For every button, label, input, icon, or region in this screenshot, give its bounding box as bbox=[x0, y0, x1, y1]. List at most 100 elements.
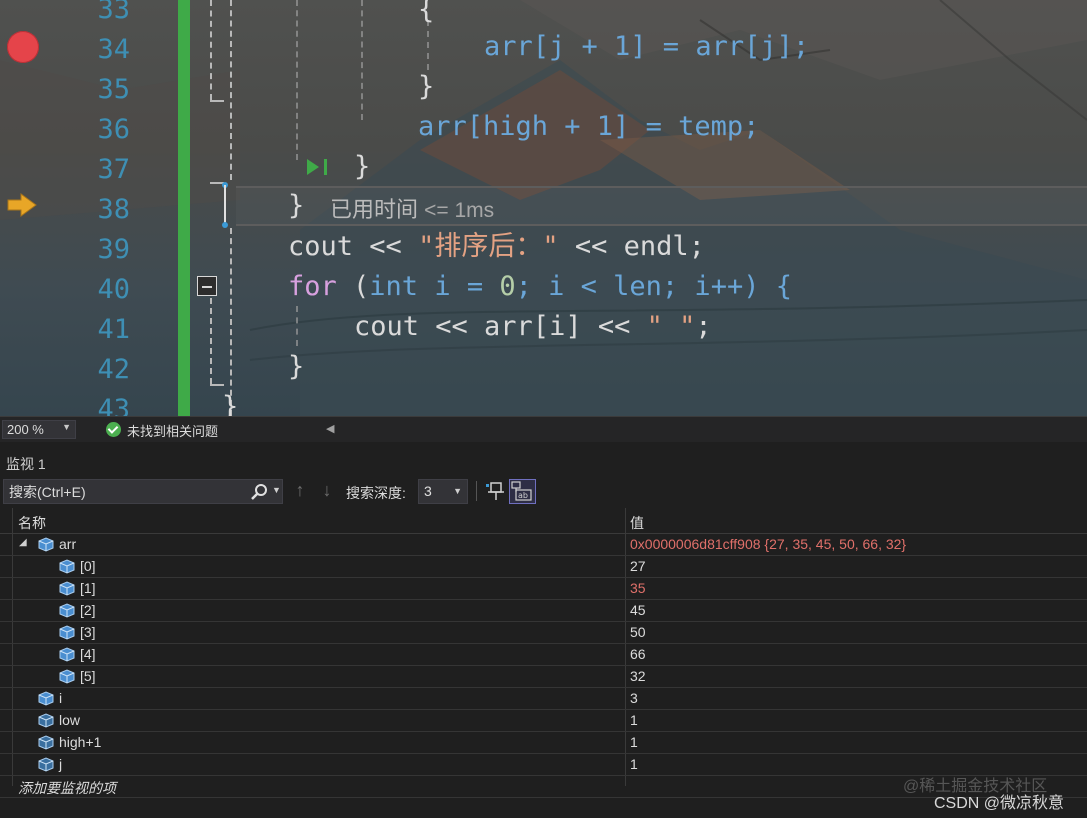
code-line-38[interactable]: } bbox=[288, 186, 304, 226]
perf-tip[interactable]: 已用时间 <= 1ms bbox=[330, 192, 494, 224]
watch-value[interactable]: 50 bbox=[630, 624, 646, 640]
watch-rows: ◢ arr 0x0000006d81cff908 {27, 35, 45, 50, … bbox=[0, 534, 1087, 776]
column-header-name[interactable]: 名称 bbox=[18, 513, 46, 533]
watch-name[interactable]: [1] bbox=[80, 580, 96, 596]
code-token: ( bbox=[336, 271, 370, 302]
indent-guide bbox=[296, 306, 298, 346]
watch-name[interactable]: high+1 bbox=[59, 734, 101, 750]
line-number: 41 bbox=[97, 314, 130, 345]
collapse-toggle-icon[interactable] bbox=[197, 276, 217, 296]
text-cursor-icon bbox=[222, 182, 228, 228]
code-line-33[interactable]: { bbox=[418, 0, 434, 30]
hex-display-icon: ab bbox=[511, 481, 532, 501]
code-line-41[interactable]: cout << arr[i] << " "; bbox=[354, 307, 712, 347]
watch-value[interactable]: 35 bbox=[630, 580, 646, 596]
line-number: 33 bbox=[97, 0, 130, 25]
breakpoint-icon[interactable] bbox=[7, 31, 39, 63]
zoom-dropdown[interactable]: 200 % ▼ bbox=[2, 420, 76, 439]
watch-value[interactable]: 45 bbox=[630, 602, 646, 618]
watch-value[interactable]: 66 bbox=[630, 646, 646, 662]
issues-status[interactable]: 未找到相关问题 bbox=[127, 421, 218, 440]
hex-display-toggle-button[interactable]: ab bbox=[509, 479, 536, 504]
expand-toggle-icon[interactable]: ◢ bbox=[19, 537, 27, 548]
perf-tip-value: <= 1ms bbox=[424, 199, 495, 222]
code-token-keyword: int bbox=[369, 271, 419, 302]
watch-row[interactable]: low 1 bbox=[0, 710, 1087, 732]
code-token: ; bbox=[695, 311, 712, 342]
line-number: 42 bbox=[97, 354, 130, 385]
watch-row[interactable]: high+1 1 bbox=[0, 732, 1087, 754]
chevron-down-icon[interactable]: ▼ bbox=[272, 485, 281, 495]
change-tracking-bar bbox=[178, 0, 190, 416]
watch-value[interactable]: 32 bbox=[630, 668, 646, 684]
watch-value[interactable]: 27 bbox=[630, 558, 646, 574]
watch-row[interactable]: [0] 27 bbox=[0, 556, 1087, 578]
outline-guide bbox=[210, 298, 212, 384]
watch-grid: 名称 值 ◢ arr 0x0000006d81cff908 {27, 35, 45,… bbox=[0, 508, 1087, 798]
watch-row[interactable]: [1] 35 bbox=[0, 578, 1087, 600]
indent-guide bbox=[361, 0, 363, 120]
code-line-36[interactable]: arr[high + 1] = temp; bbox=[418, 107, 759, 147]
code-token-number: 0 bbox=[499, 271, 516, 302]
arrow-up-icon[interactable]: ↑ bbox=[291, 480, 309, 500]
watch-name[interactable]: [0] bbox=[80, 558, 96, 574]
watch-name[interactable]: [2] bbox=[80, 602, 96, 618]
watch-value[interactable]: 1 bbox=[630, 734, 638, 750]
watch-name[interactable]: [5] bbox=[80, 668, 96, 684]
line-number: 34 bbox=[97, 34, 130, 65]
line-number: 35 bbox=[97, 74, 130, 105]
search-input[interactable] bbox=[6, 482, 248, 501]
search-box[interactable]: ▼ bbox=[3, 479, 283, 504]
watch-name[interactable]: [3] bbox=[80, 624, 96, 640]
instruction-pointer-icon[interactable] bbox=[6, 193, 38, 217]
line-number: 43 bbox=[97, 394, 130, 416]
code-line-40[interactable]: for (int i = 0; i < len; i++) { bbox=[288, 267, 792, 307]
watch-row[interactable]: i3 bbox=[0, 688, 1087, 710]
code-token: << bbox=[369, 231, 419, 262]
code-editor[interactable]: 33 34 35 36 37 38 39 40 41 42 43 { arr[j… bbox=[0, 0, 1087, 416]
watch-row[interactable]: [4] 66 bbox=[0, 644, 1087, 666]
outline-guide bbox=[230, 0, 232, 180]
watch-name[interactable]: j bbox=[59, 756, 62, 772]
watch-value[interactable]: 1 bbox=[630, 756, 638, 772]
code-line-34[interactable]: arr[j + 1] = arr[j]; bbox=[484, 27, 809, 67]
search-depth-select[interactable]: 3 ▼ bbox=[418, 479, 468, 504]
variable-icon bbox=[37, 756, 55, 773]
search-icon[interactable] bbox=[250, 483, 268, 501]
code-token: endl; bbox=[623, 231, 705, 262]
toolbar-separator bbox=[476, 481, 477, 501]
code-line-39[interactable]: cout << "排序后：" << endl; bbox=[288, 227, 705, 267]
code-line-43[interactable]: } bbox=[222, 387, 238, 416]
variable-icon bbox=[58, 624, 76, 641]
column-header-value[interactable]: 值 bbox=[630, 513, 644, 533]
watermark-text: CSDN @微凉秋意 bbox=[934, 795, 1065, 812]
watch-name[interactable]: arr bbox=[59, 536, 76, 552]
watch-value[interactable]: 0x0000006d81cff908 {27, 35, 45, 50, 66, … bbox=[630, 536, 906, 552]
code-token: << bbox=[558, 231, 624, 262]
watch-row[interactable]: [5] 32 bbox=[0, 666, 1087, 688]
variable-icon bbox=[58, 668, 76, 685]
add-watch-placeholder[interactable]: 添加要监视的项 bbox=[18, 778, 116, 798]
line-number: 38 bbox=[97, 194, 130, 225]
check-circle-icon[interactable] bbox=[106, 422, 121, 437]
panel-title: 监视 1 bbox=[6, 456, 46, 472]
watch-row[interactable]: [3] 50 bbox=[0, 622, 1087, 644]
scroll-left-icon[interactable]: ◀ bbox=[326, 422, 334, 435]
watch-name[interactable]: low bbox=[59, 712, 80, 728]
pin-icon[interactable] bbox=[485, 480, 505, 502]
watch-name[interactable]: [4] bbox=[80, 646, 96, 662]
code-token: cout bbox=[288, 231, 370, 262]
run-to-click-icon[interactable] bbox=[306, 157, 332, 177]
arrow-down-icon[interactable]: ↓ bbox=[318, 480, 336, 500]
code-line-37[interactable]: } bbox=[354, 147, 370, 187]
outline-guide bbox=[210, 384, 224, 386]
glyph-margin[interactable] bbox=[0, 0, 48, 416]
watch-value[interactable]: 3 bbox=[630, 690, 638, 706]
code-line-42[interactable]: } bbox=[288, 347, 304, 387]
watch-name[interactable]: i bbox=[59, 690, 62, 706]
watch-row[interactable]: ◢ arr 0x0000006d81cff908 {27, 35, 45, 50, … bbox=[0, 534, 1087, 556]
watch-row[interactable]: [2] 45 bbox=[0, 600, 1087, 622]
code-line-35[interactable]: } bbox=[418, 67, 434, 107]
watch-value[interactable]: 1 bbox=[630, 712, 638, 728]
code-token: ; i < len; i++) { bbox=[515, 271, 792, 302]
